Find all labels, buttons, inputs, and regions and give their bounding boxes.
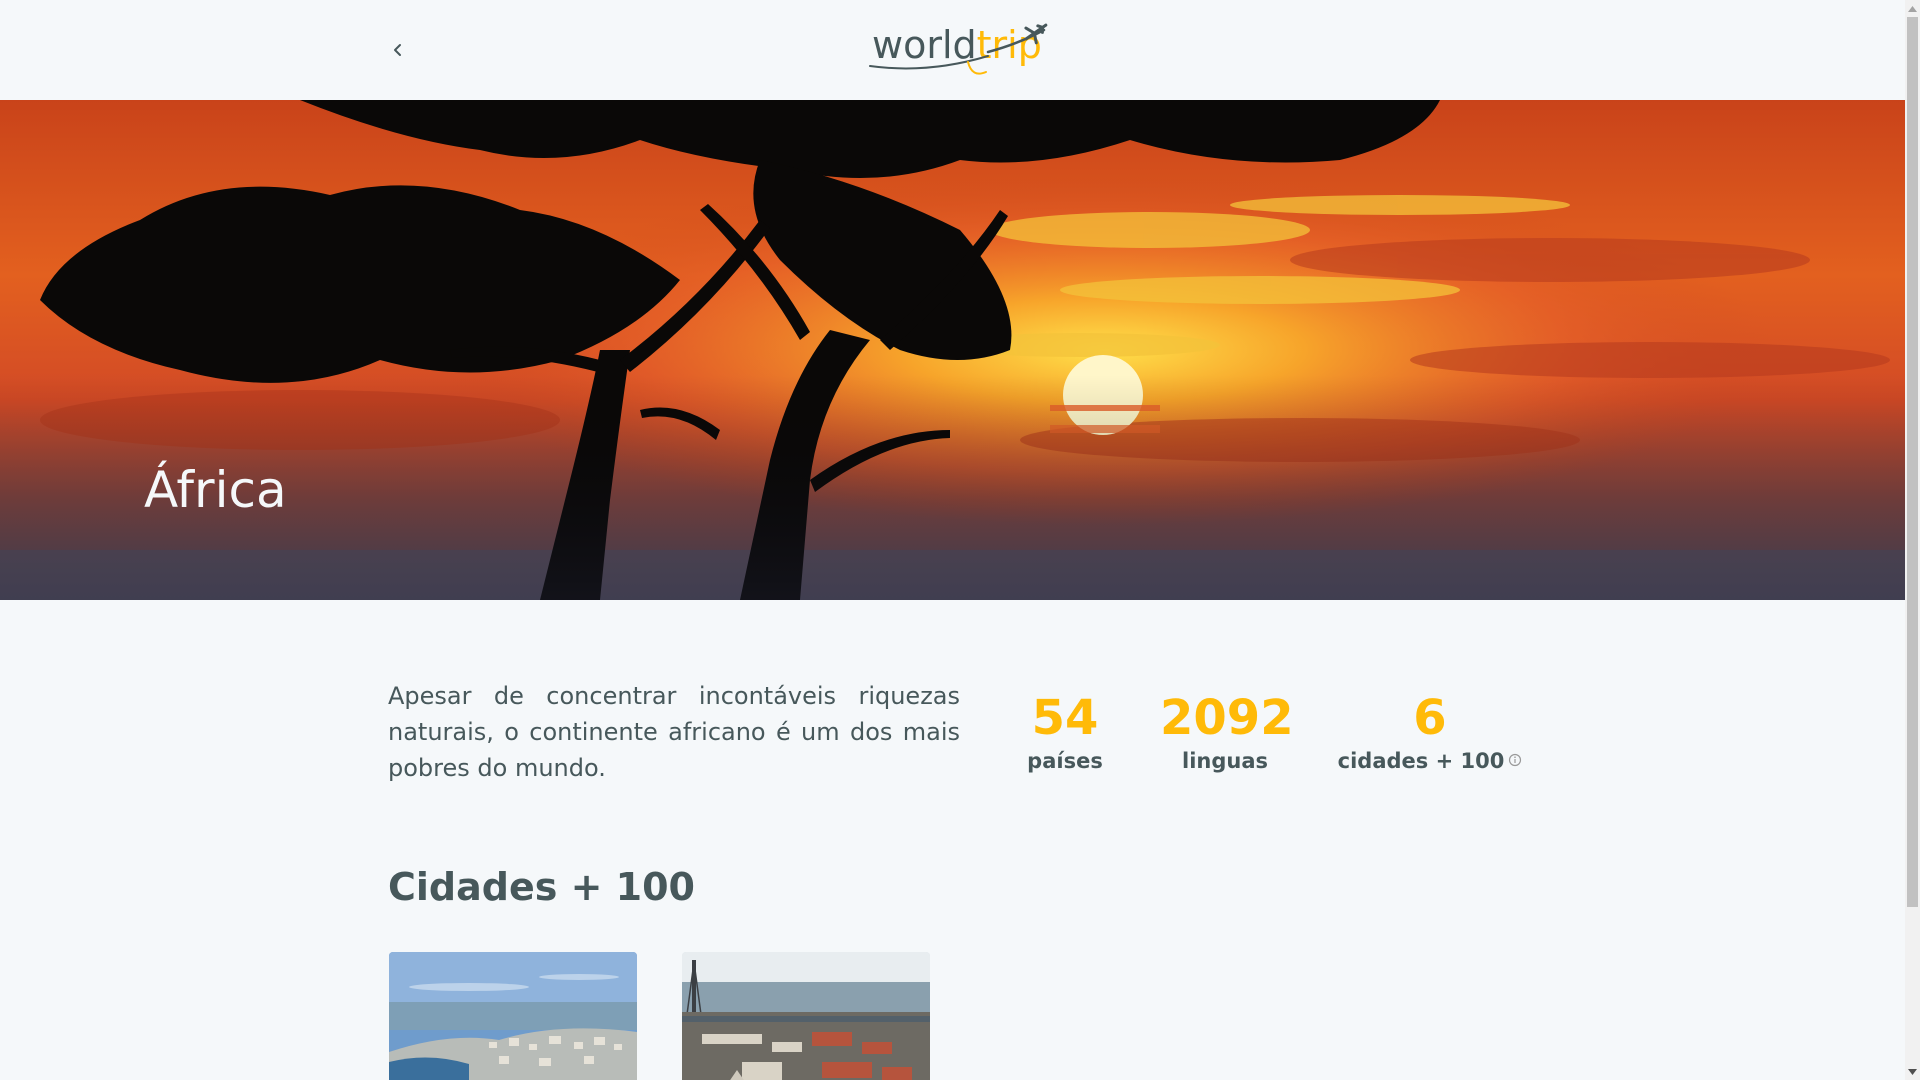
city-image bbox=[389, 952, 637, 1080]
stat-countries: 54 países bbox=[1020, 688, 1110, 774]
stat-cities-label-wrap: cidades + 100 bbox=[1335, 748, 1525, 774]
stat-languages-value: 2092 bbox=[1160, 690, 1294, 746]
header: worldtrip bbox=[0, 0, 1905, 101]
stat-languages-label: linguas bbox=[1182, 749, 1268, 773]
stat-cities-label: cidades + 100 bbox=[1337, 749, 1505, 773]
logo[interactable]: worldtrip bbox=[868, 22, 1058, 78]
stat-countries-value: 54 bbox=[1031, 690, 1099, 746]
continent-description: Apesar de concentrar incontáveis riqueza… bbox=[388, 682, 960, 782]
city-image bbox=[682, 952, 930, 1080]
city-card[interactable] bbox=[682, 952, 930, 1080]
continent-title: África bbox=[144, 461, 287, 519]
airplane-icon bbox=[869, 23, 1048, 75]
stat-languages: 2092 linguas bbox=[1160, 688, 1294, 774]
city-card[interactable] bbox=[389, 952, 637, 1080]
scroll-down-arrow[interactable] bbox=[1905, 1063, 1920, 1080]
chevron-left-icon bbox=[394, 44, 401, 56]
stat-cities: 6 cidades + 100 bbox=[1335, 688, 1525, 774]
cities-section-title: Cidades + 100 bbox=[388, 865, 695, 909]
triangle-down-icon bbox=[1908, 1068, 1917, 1075]
stat-cities-value: 6 bbox=[1413, 690, 1447, 746]
page: worldtrip África Apesar de concentrar in… bbox=[0, 0, 1920, 1080]
info-icon[interactable] bbox=[1508, 753, 1522, 767]
stat-countries-label: países bbox=[1027, 749, 1103, 773]
scroll-up-arrow[interactable] bbox=[1905, 0, 1920, 17]
scrollbar[interactable] bbox=[1905, 0, 1920, 1080]
hero-image bbox=[0, 100, 1905, 600]
scrollbar-thumb[interactable] bbox=[1907, 17, 1918, 907]
hero-banner: África bbox=[0, 100, 1905, 600]
back-button[interactable] bbox=[382, 30, 414, 70]
continent-stats: 54 países 2092 linguas 6 cidades + 100 bbox=[990, 688, 1550, 788]
triangle-up-icon bbox=[1908, 5, 1917, 12]
